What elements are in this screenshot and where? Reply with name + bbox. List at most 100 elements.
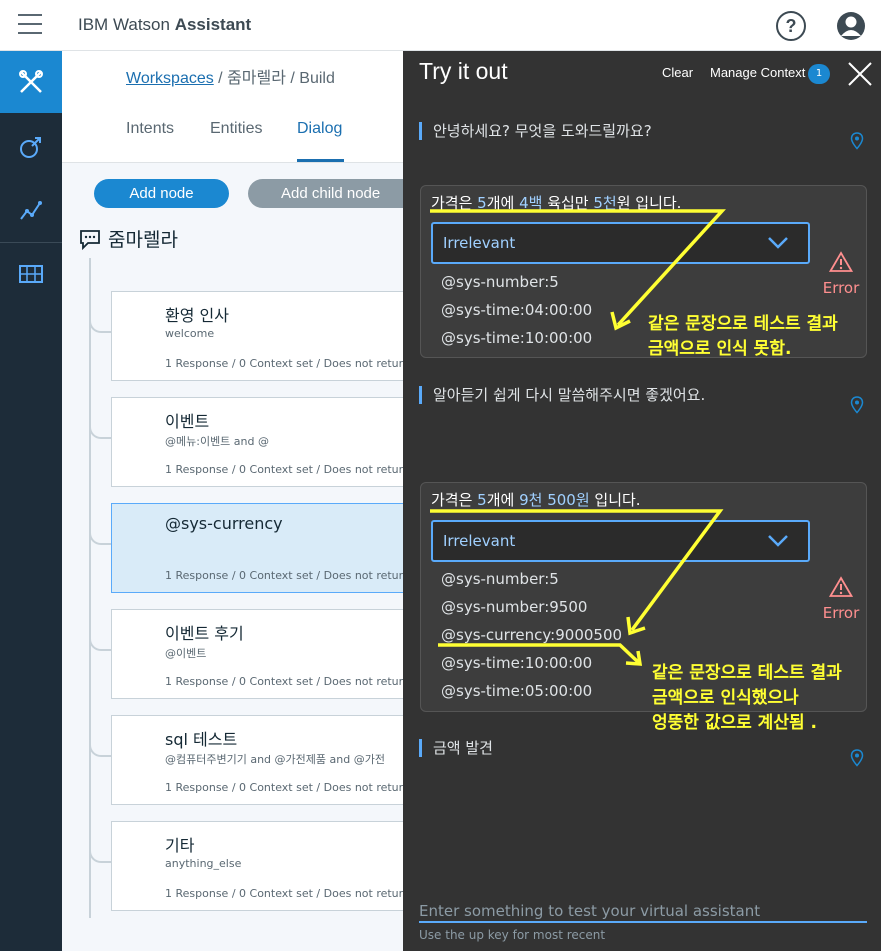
node-meta: 1 Response / 0 Context set / Does not re…	[165, 887, 403, 900]
add-node-button[interactable]: Add node	[94, 179, 229, 208]
error-indicator: Error	[821, 251, 861, 297]
analytics-icon[interactable]	[0, 179, 62, 241]
brand-name: Assistant	[174, 15, 252, 34]
entity-item[interactable]: @sys-number:5	[441, 570, 559, 588]
node-condition: welcome	[165, 327, 215, 340]
app-title: IBM Watson Assistant	[78, 15, 251, 35]
bot-message: 알아듣기 쉽게 다시 말씀해주시면 좋겠어요.	[419, 386, 705, 404]
try-it-out-panel: Try it out Clear Manage Context 1 안녕하세요?…	[403, 51, 881, 951]
manage-context-button[interactable]: Manage Context	[710, 65, 805, 80]
user-text-part: 개에	[486, 491, 520, 509]
brand-prefix: IBM Watson	[78, 15, 170, 34]
node-title: @sys-currency	[165, 514, 283, 533]
entity-item[interactable]: @sys-time:04:00:00	[441, 301, 592, 319]
annotation-note: 같은 문장으로 테스트 결과 금액으로 인식 못함.	[648, 312, 838, 362]
test-message-input[interactable]	[419, 900, 867, 922]
entity-item[interactable]: @sys-time:10:00:00	[441, 329, 592, 347]
detected-entity-text: 9천 500원	[519, 491, 590, 509]
chevron-down-icon	[768, 237, 788, 249]
chat-bubble-icon	[80, 229, 100, 250]
annotation-line: 금액으로 인식 못함.	[648, 339, 792, 359]
dialog-node-card[interactable]: sql 테스트 @컴퓨터주변기기 and @가전제품 and @가전 1 Res…	[111, 715, 403, 805]
breadcrumb-workspaces-link[interactable]: Workspaces	[126, 70, 214, 87]
entity-item[interactable]: @sys-number:5	[441, 273, 559, 291]
error-label: Error	[822, 604, 860, 622]
root-node-title: 줌마렐라	[108, 229, 178, 251]
dialog-node-card[interactable]: 이벤트 @메뉴:이벤트 and @ 1 Response / 0 Context…	[111, 397, 403, 487]
build-tools-icon[interactable]	[0, 51, 62, 113]
location-pin-icon[interactable]	[850, 749, 864, 767]
intent-dropdown[interactable]: Irrelevant	[431, 222, 810, 264]
annotation-line: 같은 문장으로 테스트 결과	[648, 314, 838, 334]
tree-connector-line	[89, 258, 91, 918]
active-tab-indicator	[297, 159, 344, 162]
error-label: Error	[822, 279, 860, 297]
dialog-node-card[interactable]: 기타 anything_else 1 Response / 0 Context …	[111, 821, 403, 911]
detected-entity-text: 5천	[593, 194, 617, 212]
node-title: 이벤트 후기	[165, 624, 244, 643]
node-title: sql 테스트	[165, 730, 238, 749]
entity-item[interactable]: @sys-number:9500	[441, 598, 587, 616]
node-meta: 1 Response / 0 Context set / Does not re…	[165, 781, 403, 794]
annotation-line: 같은 문장으로 테스트 결과	[652, 663, 842, 683]
root-dialog-node[interactable]: 줌마렐라	[78, 225, 178, 252]
node-title: 환영 인사	[165, 306, 229, 325]
bot-message: 금액 발견	[419, 739, 493, 757]
user-avatar-icon[interactable]	[836, 11, 866, 41]
context-count-badge: 1	[808, 64, 830, 84]
user-text-part: 가격은	[431, 194, 478, 212]
node-condition: anything_else	[165, 857, 242, 870]
user-text-part: 개에	[486, 194, 520, 212]
dialog-editor: Workspaces / 줌마렐라 / Build Intents Entiti…	[62, 51, 403, 951]
warning-icon	[828, 251, 854, 272]
menu-icon[interactable]	[18, 14, 42, 36]
top-bar: IBM Watson Assistant ?	[0, 0, 881, 51]
improve-icon[interactable]	[0, 116, 62, 178]
dialog-node-card[interactable]: 환영 인사 welcome 1 Response / 0 Context set…	[111, 291, 403, 381]
clear-button[interactable]: Clear	[662, 65, 693, 80]
breadcrumb-rest: / 줌마렐라 / Build	[213, 70, 335, 87]
tab-dialog[interactable]: Dialog	[297, 120, 342, 138]
node-condition: @컴퓨터주변기기 and @가전제품 and @가전	[165, 753, 385, 766]
deploy-icon[interactable]	[0, 243, 62, 305]
intent-value: Irrelevant	[443, 234, 516, 252]
error-indicator: Error	[821, 576, 861, 622]
user-text-part: 입니다.	[589, 491, 641, 509]
annotation-line: 엉뚱한 값으로 계산됨 .	[652, 713, 817, 733]
input-underline	[419, 921, 867, 923]
intent-dropdown[interactable]: Irrelevant	[431, 520, 810, 562]
node-meta: 1 Response / 0 Context set / Does not re…	[165, 463, 403, 476]
user-text-part: 원 입니다.	[616, 194, 682, 212]
location-pin-icon[interactable]	[850, 132, 864, 150]
node-connector	[89, 315, 111, 333]
intent-value: Irrelevant	[443, 532, 516, 550]
warning-icon	[828, 576, 854, 597]
entity-item[interactable]: @sys-time:05:00:00	[441, 682, 592, 700]
entity-item[interactable]: @sys-time:10:00:00	[441, 654, 592, 672]
annotation-note: 같은 문장으로 테스트 결과 금액으로 인식했으나 엉뚱한 값으로 계산됨 .	[652, 661, 842, 736]
detected-entity-text: 5	[477, 194, 487, 212]
annotation-line: 금액으로 인식했으나	[652, 688, 799, 708]
input-hint: Use the up key for most recent	[419, 928, 606, 942]
tab-entities[interactable]: Entities	[210, 120, 262, 138]
entity-item[interactable]: @sys-currency:9000500	[441, 626, 622, 644]
left-rail	[0, 51, 62, 951]
location-pin-icon[interactable]	[850, 396, 864, 414]
detected-entity-text: 5	[477, 491, 487, 509]
node-meta: 1 Response / 0 Context set / Does not re…	[165, 569, 403, 582]
workspace-header: Workspaces / 줌마렐라 / Build Intents Entiti…	[62, 51, 403, 163]
bot-message: 안녕하세요? 무엇을 도와드릴까요?	[419, 122, 652, 140]
add-child-node-button[interactable]: Add child node	[248, 179, 403, 208]
dialog-node-card-selected[interactable]: @sys-currency 1 Response / 0 Context set…	[111, 503, 403, 593]
node-title: 이벤트	[165, 412, 210, 431]
node-meta: 1 Response / 0 Context set / Does not re…	[165, 675, 403, 688]
node-condition: @메뉴:이벤트 and @	[165, 435, 269, 448]
user-text-part: 가격은	[431, 491, 478, 509]
help-icon[interactable]: ?	[776, 11, 806, 41]
dialog-node-card[interactable]: 이벤트 후기 @이벤트 1 Response / 0 Context set /…	[111, 609, 403, 699]
user-message-text: 가격은 5개에 9천 500원 입니다.	[431, 489, 641, 510]
node-connector	[89, 739, 111, 757]
user-message-text: 가격은 5개에 4백 육십만 5천원 입니다.	[431, 192, 681, 213]
close-icon[interactable]	[847, 61, 873, 87]
tab-intents[interactable]: Intents	[126, 120, 174, 138]
